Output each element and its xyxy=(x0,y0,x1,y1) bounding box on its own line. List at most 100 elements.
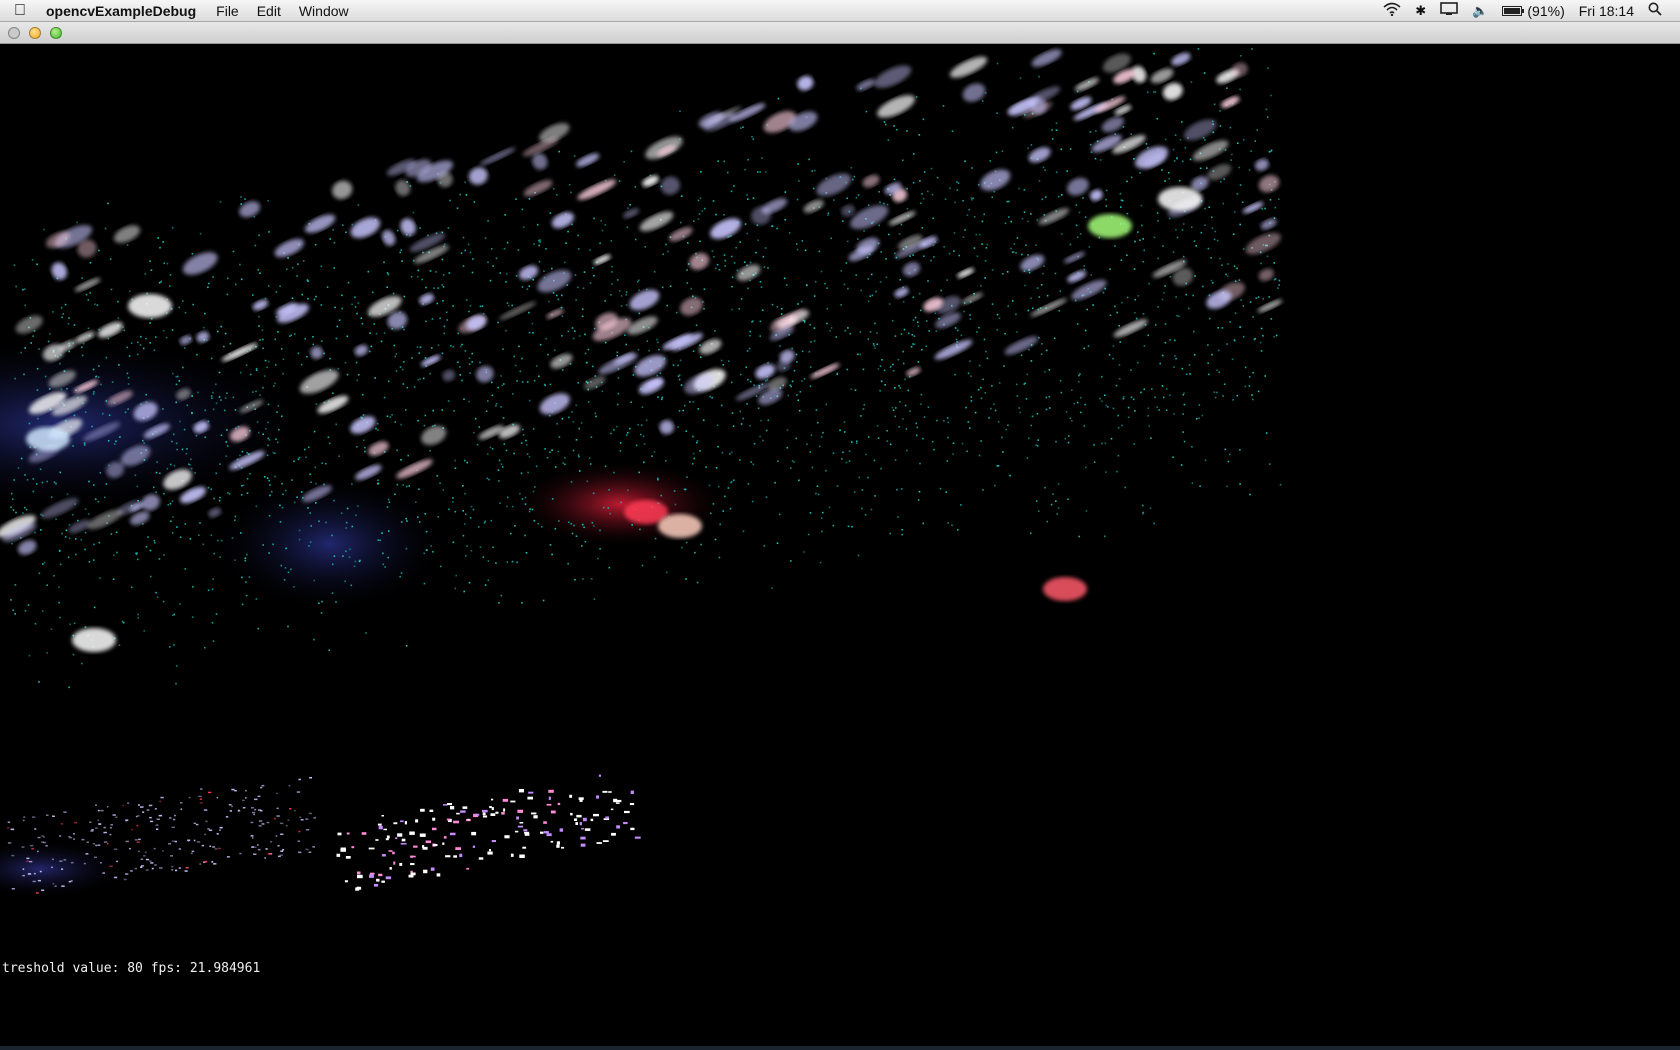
tracking-dot xyxy=(59,616,61,619)
tracking-dot xyxy=(207,486,210,489)
tracking-dot xyxy=(258,315,260,318)
light-blob xyxy=(576,153,600,167)
display-icon[interactable] xyxy=(1440,2,1459,19)
tracking-dot xyxy=(732,425,735,427)
tracking-dot xyxy=(1006,200,1008,203)
tracking-dot xyxy=(1185,373,1188,375)
tracking-dot xyxy=(521,286,524,288)
window-close-button[interactable] xyxy=(8,27,20,39)
tracking-dot xyxy=(748,347,751,350)
tracking-dot xyxy=(994,409,997,412)
tracking-dot xyxy=(851,441,853,443)
tracking-dot xyxy=(349,548,351,551)
menu-app-name[interactable]: opencvExampleDebug xyxy=(40,0,207,22)
tracking-dot xyxy=(879,201,881,204)
thumbnail-dot xyxy=(174,814,176,817)
tracking-dot xyxy=(1084,329,1087,332)
tracking-dot xyxy=(771,225,774,227)
battery-status[interactable]: (91%) xyxy=(1502,3,1565,19)
tracking-dot xyxy=(589,249,591,251)
tracking-dot xyxy=(130,342,133,344)
light-blob xyxy=(888,211,916,226)
tracking-dot xyxy=(574,330,576,332)
thumbnail-dot xyxy=(154,864,157,866)
tracking-dot xyxy=(744,223,747,225)
light-blob xyxy=(479,147,516,166)
tracking-dot xyxy=(261,329,264,331)
tracking-dot xyxy=(425,549,428,551)
threshold-blob xyxy=(395,837,398,840)
tracking-dot xyxy=(1101,442,1103,445)
menu-edit[interactable]: Edit xyxy=(248,0,290,22)
tracking-dot xyxy=(766,379,769,381)
tracking-dot xyxy=(482,312,485,315)
tracking-dot xyxy=(46,652,48,654)
tracking-dot xyxy=(921,348,923,351)
tracking-dot xyxy=(708,484,711,487)
tracking-dot xyxy=(457,332,459,335)
tracking-dot xyxy=(413,386,416,388)
spotlight-search-icon[interactable] xyxy=(1648,2,1662,19)
tracking-dot xyxy=(946,460,948,462)
tracking-dot xyxy=(405,645,408,647)
tracking-dot xyxy=(966,214,969,216)
tracking-dot xyxy=(169,646,171,648)
tracking-dot xyxy=(681,546,683,549)
tracking-dot xyxy=(638,289,640,292)
tracking-dot xyxy=(487,261,489,264)
tracking-dot xyxy=(506,505,508,508)
tracking-dot xyxy=(1069,417,1072,420)
thumbnail-dot xyxy=(129,847,131,850)
clock[interactable]: Fri 18:14 xyxy=(1579,3,1634,19)
tracking-dot xyxy=(382,552,384,555)
tracking-dot xyxy=(1208,206,1210,208)
menu-file[interactable]: File xyxy=(207,0,248,22)
tracking-dot xyxy=(880,251,882,253)
tracking-dot xyxy=(1021,217,1024,220)
thumbnail-dot xyxy=(43,841,47,844)
tracking-dot xyxy=(68,686,70,689)
tracking-dot xyxy=(877,437,880,439)
tracking-dot xyxy=(511,505,514,508)
tracking-dot xyxy=(894,387,896,389)
window-minimize-button[interactable] xyxy=(29,27,41,39)
tracking-dot xyxy=(1035,244,1037,246)
tracking-dot xyxy=(991,196,993,199)
tracking-dot xyxy=(873,345,876,347)
thumbnail-dot xyxy=(59,835,62,837)
tracking-dot xyxy=(525,439,527,442)
tracking-dot xyxy=(211,588,214,591)
tracking-dot xyxy=(82,342,85,345)
tracking-dot xyxy=(503,383,505,385)
tracking-dot xyxy=(1105,471,1107,473)
tracking-dot xyxy=(820,436,823,438)
tracking-dot xyxy=(384,566,386,568)
thumbnail-dot xyxy=(107,842,109,845)
tracking-dot xyxy=(902,350,904,353)
thumbnail-dot xyxy=(162,850,164,852)
tracking-dot xyxy=(210,534,213,537)
tracking-dot xyxy=(89,292,91,294)
tracking-dot xyxy=(300,363,303,366)
tracking-dot xyxy=(577,382,579,384)
bluetooth-icon[interactable]: ✱ xyxy=(1415,3,1426,19)
tracking-dot xyxy=(902,362,905,365)
thumbnail-dot xyxy=(159,867,163,869)
apple-icon[interactable]:  xyxy=(0,2,40,20)
tracking-dot xyxy=(416,346,419,348)
tracking-dot xyxy=(623,161,625,163)
tracking-dot xyxy=(951,524,953,527)
window-titlebar[interactable] xyxy=(0,22,1680,44)
tracking-dot xyxy=(751,500,754,503)
tracking-dot xyxy=(856,440,858,443)
window-zoom-button[interactable] xyxy=(50,27,62,39)
tracking-dot xyxy=(889,194,891,196)
tracking-dot xyxy=(1001,273,1004,275)
tracking-dot xyxy=(722,510,724,512)
tracking-dot xyxy=(153,539,156,542)
wifi-icon[interactable] xyxy=(1383,2,1401,19)
tracking-dot xyxy=(976,255,979,257)
menu-window[interactable]: Window xyxy=(290,0,358,22)
tracking-dot xyxy=(505,329,507,332)
volume-icon[interactable]: 🔈 xyxy=(1472,3,1488,19)
